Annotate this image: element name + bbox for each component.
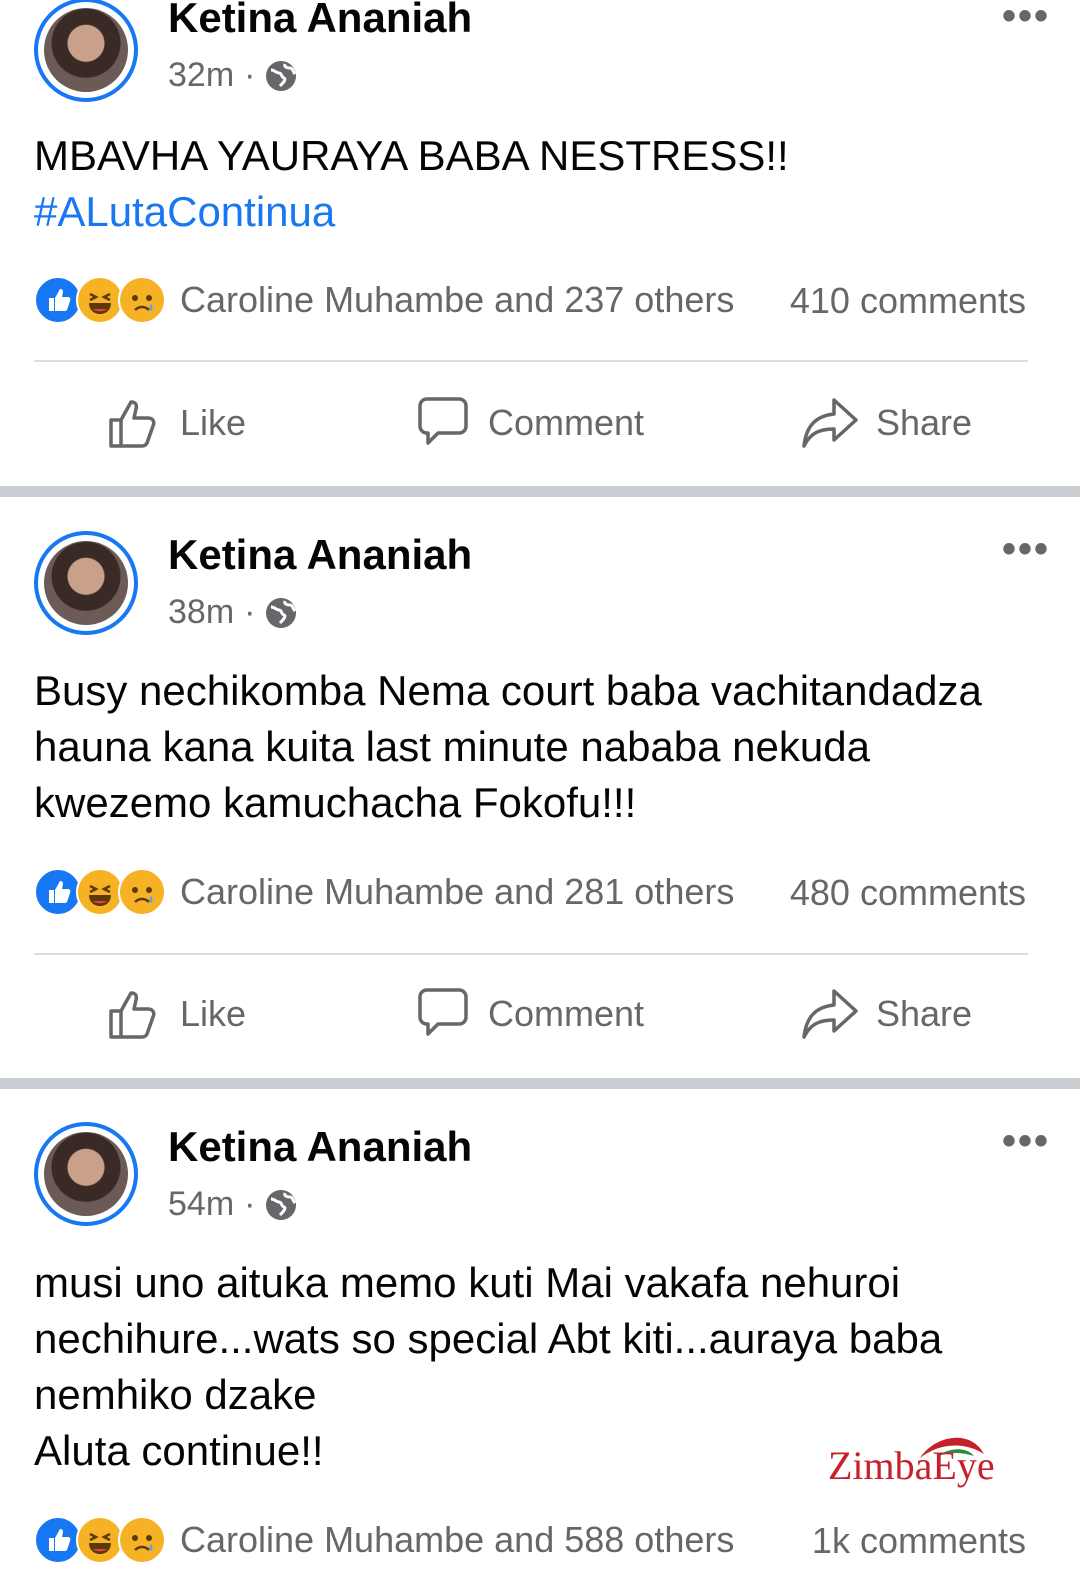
- post-text-line: musi uno aituka memo kuti Mai vakafa neh…: [34, 1259, 901, 1306]
- like-reaction-icon: [34, 1516, 82, 1564]
- meta-separator: ·: [244, 1185, 256, 1223]
- post-meta: 32m ·: [168, 56, 297, 95]
- watermark-text: ZimbaEye: [828, 1443, 995, 1488]
- post-time[interactable]: 38m: [168, 593, 234, 632]
- comment-icon: [418, 397, 468, 445]
- post-separator: [0, 486, 1080, 497]
- haha-reaction-icon: [76, 1516, 124, 1564]
- post-separator: [0, 1078, 1080, 1089]
- post-3: Ketina Ananiah 54m · ••• musi uno aituka…: [0, 1089, 1080, 1596]
- avatar[interactable]: [34, 0, 138, 102]
- meta-separator: ·: [244, 56, 256, 94]
- sad-reaction-icon: [118, 1516, 166, 1564]
- post-text: MBAVHA YAURAYA BABA NESTRESS!! #ALutaCon…: [34, 128, 1044, 240]
- post-text-line: nemhiko dzake: [34, 1371, 317, 1418]
- divider: [34, 360, 1028, 362]
- avatar[interactable]: [34, 1122, 138, 1226]
- share-button[interactable]: Share: [802, 987, 972, 1041]
- post-time[interactable]: 32m: [168, 56, 234, 95]
- comment-label: Comment: [488, 402, 645, 443]
- more-options-icon[interactable]: •••: [1002, 0, 1050, 39]
- share-icon: [802, 398, 858, 448]
- post-text: Busy nechikomba Nema court baba vachitan…: [34, 663, 1044, 831]
- share-label: Share: [876, 993, 973, 1034]
- reactions-summary[interactable]: Caroline Muhambe and 237 others: [34, 276, 734, 324]
- author-name[interactable]: Ketina Ananiah: [168, 531, 472, 579]
- post-text-line: hauna kana kuita last minute nababa neku…: [34, 723, 870, 770]
- reactions-summary[interactable]: Caroline Muhambe and 588 others: [34, 1516, 734, 1564]
- author-name[interactable]: Ketina Ananiah: [168, 0, 472, 42]
- sad-reaction-icon: [118, 868, 166, 916]
- comments-count[interactable]: 480 comments: [790, 872, 1026, 914]
- like-label: Like: [180, 402, 247, 443]
- divider: [34, 953, 1028, 955]
- comment-label: Comment: [488, 993, 645, 1034]
- post-text-line: Busy nechikomba Nema court baba vachitan…: [34, 667, 982, 714]
- comments-count[interactable]: 410 comments: [790, 280, 1026, 322]
- comment-icon: [418, 988, 468, 1036]
- like-reaction-icon: [34, 868, 82, 916]
- like-icon: [109, 991, 156, 1039]
- avatar[interactable]: [34, 531, 138, 635]
- more-options-icon[interactable]: •••: [1002, 527, 1050, 572]
- post-meta: 38m ·: [168, 593, 297, 632]
- reactions-summary[interactable]: Caroline Muhambe and 281 others: [34, 868, 734, 916]
- post-time[interactable]: 54m: [168, 1185, 234, 1224]
- like-label: Like: [180, 993, 247, 1034]
- author-name[interactable]: Ketina Ananiah: [168, 1123, 472, 1171]
- post-text-line: MBAVHA YAURAYA BABA NESTRESS!!: [34, 132, 789, 179]
- comments-count[interactable]: 1k comments: [812, 1520, 1026, 1562]
- like-icon: [109, 400, 156, 448]
- reactions-text: Caroline Muhambe and 281 others: [180, 871, 735, 912]
- post-2: Ketina Ananiah 38m · ••• Busy nechikomba…: [0, 497, 1080, 1078]
- like-button[interactable]: Like: [108, 396, 246, 450]
- share-label: Share: [876, 402, 973, 443]
- hashtag-link[interactable]: #ALutaContinua: [34, 184, 1044, 240]
- globe-icon: [266, 60, 297, 91]
- post-text-line: nechihure...wats so special Abt kiti...a…: [34, 1315, 943, 1362]
- like-reaction-icon: [34, 276, 82, 324]
- globe-icon: [266, 1189, 297, 1220]
- globe-icon: [266, 597, 297, 628]
- share-button[interactable]: Share: [802, 396, 972, 450]
- watermark-logo: ZimbaEye: [828, 1428, 1018, 1492]
- post-1: Ketina Ananiah 32m · ••• MBAVHA YAURAYA …: [0, 0, 1080, 486]
- more-options-icon[interactable]: •••: [1002, 1119, 1050, 1164]
- sad-reaction-icon: [118, 276, 166, 324]
- reactions-text: Caroline Muhambe and 588 others: [180, 1519, 735, 1560]
- post-text-line: kwezemo kamuchacha Fokofu!!!: [34, 779, 637, 826]
- comment-button[interactable]: Comment: [416, 396, 644, 450]
- haha-reaction-icon: [76, 868, 124, 916]
- comment-button[interactable]: Comment: [416, 987, 644, 1041]
- post-meta: 54m ·: [168, 1185, 297, 1224]
- meta-separator: ·: [244, 593, 256, 631]
- like-button[interactable]: Like: [108, 987, 246, 1041]
- haha-reaction-icon: [76, 276, 124, 324]
- reactions-text: Caroline Muhambe and 237 others: [180, 279, 735, 320]
- share-icon: [802, 989, 858, 1039]
